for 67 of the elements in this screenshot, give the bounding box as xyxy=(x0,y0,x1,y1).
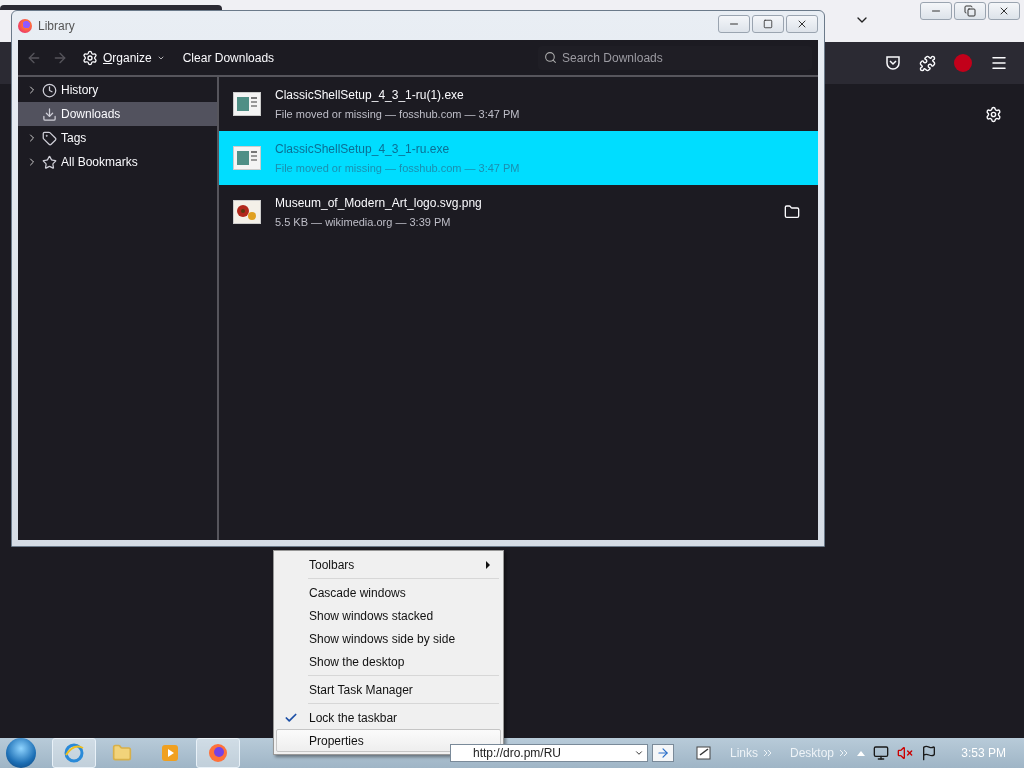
installer-file-icon xyxy=(233,146,261,170)
organize-button[interactable]: Organize xyxy=(78,47,169,68)
sidebar-item[interactable]: History xyxy=(18,78,217,102)
sidebar-item[interactable]: All Bookmarks xyxy=(18,150,217,174)
puzzle-icon[interactable] xyxy=(919,54,936,72)
file-name: ClassicShellSetup_4_3_1-ru.exe xyxy=(275,142,451,156)
menu-item[interactable]: Lock the taskbar xyxy=(276,706,501,729)
minimize-button[interactable] xyxy=(718,14,750,33)
muted-speaker-icon[interactable] xyxy=(897,745,914,761)
sidebar-item[interactable]: Downloads xyxy=(18,102,217,126)
app-logo-icon xyxy=(18,18,32,33)
menu-item[interactable]: Show windows stacked xyxy=(276,604,501,627)
clear-downloads-button[interactable]: Clear Downloads xyxy=(178,48,279,67)
tag-icon xyxy=(42,130,57,146)
taskbar-app[interactable] xyxy=(196,738,240,768)
download-row[interactable]: ClassicShellSetup_4_3_1-ru.exe File moved or missing — fosshub.com — 3:47 PM xyxy=(219,131,818,185)
maximize-icon xyxy=(763,18,773,29)
network-icon[interactable] xyxy=(873,745,890,761)
submenu-arrow-icon xyxy=(486,560,490,569)
extension-badge-icon[interactable] xyxy=(954,54,972,72)
sidebar-item[interactable]: Tags xyxy=(18,126,217,150)
go-button[interactable] xyxy=(652,744,674,762)
star-icon xyxy=(42,154,57,170)
gear-icon xyxy=(82,49,98,66)
sidebar-label: Tags xyxy=(61,131,87,145)
download-status: 5.5 KB — wikimedia.org — 3:39 PM xyxy=(275,216,452,228)
search-icon xyxy=(544,50,557,64)
file-name: Museum_of_Modern_Art_logo.svg.png xyxy=(275,196,483,210)
taskbar-app[interactable] xyxy=(52,738,96,768)
browser-logo-icon xyxy=(208,743,228,763)
maximize-button[interactable] xyxy=(752,14,784,33)
menu-icon[interactable] xyxy=(990,54,1008,72)
address-field[interactable]: http://dro.pm/RU xyxy=(450,744,648,762)
window-title: Library xyxy=(38,18,75,33)
download-icon xyxy=(42,106,57,122)
globe-e-icon xyxy=(64,743,84,763)
sidebar-label: All Bookmarks xyxy=(61,155,138,169)
file-name: ClassicShellSetup_4_3_1-ru(1).exe xyxy=(275,88,465,102)
start-button[interactable] xyxy=(6,738,36,768)
installer-file-icon xyxy=(233,92,261,116)
menu-item[interactable]: Start Task Manager xyxy=(276,678,501,701)
download-status: File moved or missing — fosshub.com — 3:47 PM xyxy=(275,108,521,120)
arrow-right-icon xyxy=(656,746,670,760)
menu-item[interactable]: Cascade windows xyxy=(276,581,501,604)
sidebar-label: History xyxy=(61,83,99,97)
settings-icon[interactable] xyxy=(985,106,1002,123)
download-status: File moved or missing — fosshub.com — 3:47 PM xyxy=(275,162,521,174)
menu-item[interactable]: Show the desktop xyxy=(276,650,501,673)
minimize-button[interactable] xyxy=(920,2,952,20)
flag-icon[interactable] xyxy=(921,745,938,761)
pocket-icon[interactable] xyxy=(885,55,901,71)
media-player-icon xyxy=(161,744,179,762)
menu-item[interactable]: Toolbars xyxy=(276,553,501,576)
image-file-icon xyxy=(233,200,261,224)
close-icon xyxy=(998,5,1010,17)
notepad-icon[interactable] xyxy=(696,745,712,761)
download-row[interactable]: Museum_of_Modern_Art_logo.svg.png 5.5 KB — wikimedia.org — 3:39 PM xyxy=(219,185,818,239)
clock-icon xyxy=(42,82,57,98)
folder-icon xyxy=(112,743,132,763)
close-button[interactable] xyxy=(988,2,1020,20)
restore-button[interactable] xyxy=(954,2,986,20)
close-button[interactable] xyxy=(786,14,818,33)
sidebar-label: Downloads xyxy=(61,107,121,121)
folder-icon xyxy=(784,204,800,220)
download-row[interactable]: ClassicShellSetup_4_3_1-ru(1).exe File moved or missing — fosshub.com — 3:47 PM xyxy=(219,77,818,131)
restore-icon xyxy=(964,5,976,17)
menu-item[interactable]: Show windows side by side xyxy=(276,627,501,650)
